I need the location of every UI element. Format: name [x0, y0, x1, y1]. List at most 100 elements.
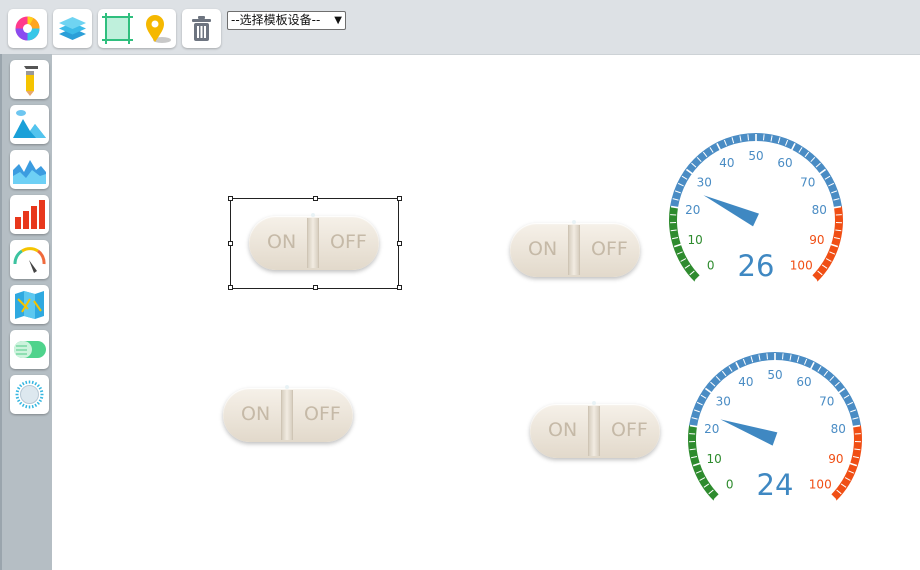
resize-handle-se[interactable] — [397, 285, 402, 290]
pencil-tool-button[interactable] — [10, 60, 49, 99]
gauge-icon — [13, 247, 46, 273]
knob-tick — [36, 401, 40, 405]
mountain-image-icon — [13, 110, 46, 138]
knob-tick — [34, 403, 38, 407]
gauge-tick-label: 90 — [809, 233, 824, 247]
gauge-tick-label: 10 — [687, 233, 702, 247]
knob-tick — [21, 382, 25, 386]
bar-chart-tool-button[interactable] — [10, 195, 49, 234]
bar-chart-icon — [15, 200, 45, 229]
knob-tick — [25, 380, 28, 385]
color-button[interactable] — [8, 9, 47, 48]
switch-on-label: ON — [241, 403, 271, 425]
resize-handle-s[interactable] — [313, 285, 318, 290]
switch-indicator — [592, 401, 596, 405]
gauge-value: 26 — [738, 249, 775, 283]
resize-handle-e[interactable] — [397, 241, 402, 246]
gauge-tick — [782, 353, 784, 360]
gauge-tick-label: 70 — [800, 175, 815, 189]
gauge-tick-label: 30 — [697, 175, 712, 189]
area-chart-icon — [13, 160, 46, 184]
switch-off-label: OFF — [304, 403, 341, 425]
gauge-tick-label: 40 — [719, 156, 734, 170]
map-icon — [15, 291, 44, 319]
gauge-tick-label: 30 — [716, 394, 731, 408]
switch-off-label: OFF — [591, 238, 628, 260]
knob-tick — [15, 396, 20, 399]
color-wheel-icon — [15, 16, 40, 41]
gauge-tick-label: 40 — [738, 375, 753, 389]
gauge-tick-label: 70 — [819, 394, 834, 408]
gauge-tick-label: 90 — [828, 452, 843, 466]
knob-tick — [36, 384, 40, 388]
map-pin-icon[interactable] — [137, 9, 176, 48]
toggle-switch-icon — [14, 341, 46, 358]
gauge-tick-label: 20 — [704, 422, 719, 436]
knob-tick — [25, 404, 28, 409]
knob-tick — [34, 382, 38, 386]
knob-tick — [31, 404, 34, 409]
switch-tool-button[interactable] — [10, 330, 49, 369]
edit-tools-group — [98, 9, 176, 48]
knob-tick — [38, 399, 42, 403]
area-chart-tool-button[interactable] — [10, 150, 49, 189]
gauge-widget-2[interactable]: 0 10 20 30 40 50 60 70 80 90 100 24 — [679, 347, 869, 512]
resize-handle-sw[interactable] — [228, 285, 233, 290]
top-toolbar: --选择模板设备-- ▼ — [0, 0, 920, 55]
toggle-switch-3[interactable]: ON OFF — [223, 385, 355, 444]
gauge-tool-button[interactable] — [10, 240, 49, 279]
layers-button[interactable] — [53, 9, 92, 48]
gauge-tick — [766, 353, 768, 360]
gauge-widget-1[interactable]: 0 10 20 30 40 50 60 70 80 90 100 26 — [660, 128, 850, 293]
gauge-tick-label: 50 — [767, 368, 782, 382]
gauge-tick — [747, 134, 749, 141]
gauge-tick-label: 100 — [790, 258, 813, 272]
gauge-tick-label: 0 — [707, 258, 715, 272]
component-sidebar — [0, 54, 52, 570]
knob-tick — [21, 403, 25, 407]
gauge-tick-label: 60 — [796, 375, 811, 389]
gauge-tick-label: 0 — [726, 477, 734, 491]
knob-icon — [15, 380, 44, 409]
gauge-tick-label: 10 — [706, 452, 721, 466]
map-tool-button[interactable] — [10, 285, 49, 324]
knob-tick — [31, 380, 34, 385]
gauge-tick — [763, 134, 765, 141]
toggle-switch-4[interactable]: ON OFF — [530, 401, 662, 460]
switch-on-label: ON — [528, 238, 558, 260]
pencil-icon — [24, 66, 38, 96]
knob-tick — [19, 401, 23, 405]
image-tool-button[interactable] — [10, 105, 49, 144]
knob-tick — [39, 390, 44, 393]
template-device-select[interactable]: --选择模板设备-- ▼ — [227, 11, 346, 30]
knob-tick — [19, 384, 23, 388]
delete-button[interactable] — [182, 9, 221, 48]
switch-slider — [568, 225, 580, 275]
gauge-tick-label: 80 — [831, 422, 846, 436]
switch-slider — [281, 390, 293, 440]
template-select-value: --选择模板设备-- — [231, 13, 321, 27]
resize-handle-ne[interactable] — [397, 196, 402, 201]
resize-handle-n[interactable] — [313, 196, 318, 201]
layers-icon — [59, 17, 86, 40]
gauge-tick-label: 80 — [812, 203, 827, 217]
resize-handle-w[interactable] — [228, 241, 233, 246]
knob-tick — [39, 396, 44, 399]
selection-box[interactable] — [228, 196, 402, 290]
gauge-needle — [720, 419, 778, 446]
toggle-switch-2[interactable]: ON OFF — [510, 220, 642, 279]
gauge-needle — [703, 195, 759, 227]
crop-frame-icon[interactable] — [98, 9, 137, 48]
gauge-value: 24 — [757, 468, 794, 502]
knob-tick — [17, 386, 21, 390]
resize-handle-nw[interactable] — [228, 196, 233, 201]
gauge-tick-label: 50 — [748, 149, 763, 163]
gauge-tick-label: 100 — [809, 477, 832, 491]
gauge-tick-label: 20 — [685, 203, 700, 217]
chevron-down-icon: ▼ — [334, 15, 342, 26]
gauge-tick-label: 60 — [777, 156, 792, 170]
trash-icon — [192, 16, 211, 41]
switch-off-label: OFF — [611, 419, 648, 441]
knob-tick — [38, 386, 42, 390]
knob-tool-button[interactable] — [10, 375, 49, 414]
